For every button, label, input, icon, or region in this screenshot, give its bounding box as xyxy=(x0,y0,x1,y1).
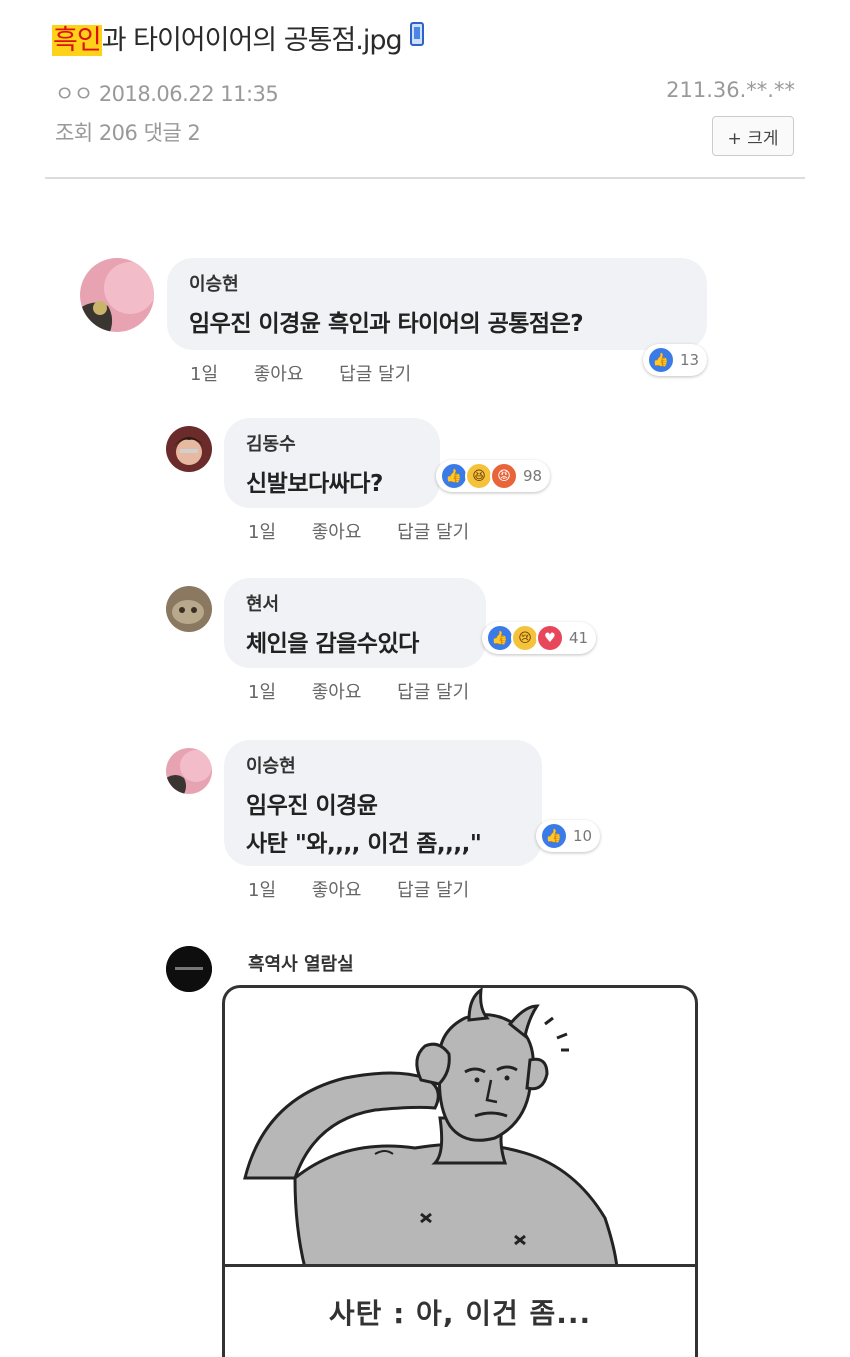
comment-time: 1일 xyxy=(248,682,277,703)
avatar[interactable] xyxy=(80,258,154,332)
comment-bubble: 김동수 신발보다싸다? xyxy=(224,418,440,508)
comment-bubble: 이승현 임우진 이경윤 사탄 "와,,,, 이건 좀,,,," xyxy=(224,740,542,866)
comment-text: 체인을 감을수있다 xyxy=(246,631,419,657)
comment-text-line2: 사탄 "와,,,, 이건 좀,,,," xyxy=(246,831,482,857)
title-text: 과 타이어이어의 공통점.jpg xyxy=(101,25,403,56)
phone-icon xyxy=(409,22,424,46)
reply-link[interactable]: 답글 달기 xyxy=(339,364,411,385)
comment-time: 1일 xyxy=(248,880,277,901)
comment-author[interactable]: 이승현 xyxy=(189,270,685,296)
header-divider xyxy=(45,177,805,179)
reply-link[interactable]: 답글 달기 xyxy=(397,682,469,703)
like-link[interactable]: 좋아요 xyxy=(312,682,362,703)
comment-author[interactable]: 흑역사 열람실 xyxy=(248,950,354,976)
post-stats: 조회 206 댓글 2 xyxy=(55,121,201,145)
enlarge-button[interactable]: + 크게 xyxy=(712,116,794,156)
sad-icon: 😢 xyxy=(511,624,539,652)
post-title: 흑인과 타이어이어의 공통점.jpg xyxy=(52,18,424,57)
comment-bubble: 현서 체인을 감을수있다 xyxy=(224,578,486,668)
satan-illustration xyxy=(243,988,619,1268)
comment-author[interactable]: 김동수 xyxy=(246,430,418,456)
comment-actions: 1일 좋아요 답글 달기 xyxy=(248,518,499,544)
comment-actions: 1일 좋아요 답글 달기 xyxy=(190,360,441,386)
comment-author[interactable]: 현서 xyxy=(246,590,464,616)
post-author-date: ㅇㅇ 2018.06.22 11:35 xyxy=(55,82,279,106)
comment-text: 신발보다싸다? xyxy=(246,471,383,497)
reply-link[interactable]: 답글 달기 xyxy=(397,880,469,901)
avatar[interactable] xyxy=(166,946,212,992)
love-icon: ♥ xyxy=(536,624,564,652)
image-caption: 사탄 : 아, 이건 좀... xyxy=(225,1264,695,1357)
reaction-count[interactable]: 👍 😢 ♥ 41 xyxy=(482,622,597,654)
like-link[interactable]: 좋아요 xyxy=(312,880,362,901)
reaction-count[interactable]: 👍 10 xyxy=(536,820,601,852)
like-link[interactable]: 좋아요 xyxy=(254,364,304,385)
like-link[interactable]: 좋아요 xyxy=(312,522,362,543)
comment-actions: 1일 좋아요 답글 달기 xyxy=(248,876,499,902)
comment-bubble: 이승현 임우진 이경윤 흑인과 타이어의 공통점은? xyxy=(167,258,707,350)
comment-text-line1: 임우진 이경윤 xyxy=(246,793,378,819)
avatar[interactable] xyxy=(166,586,212,632)
title-highlight: 흑인 xyxy=(52,25,102,56)
comment-time: 1일 xyxy=(190,364,219,385)
comment-text: 임우진 이경윤 흑인과 타이어의 공통점은? xyxy=(189,311,584,337)
avatar[interactable] xyxy=(166,748,212,794)
haha-icon: 😆 xyxy=(465,462,493,490)
like-icon: 👍 xyxy=(647,346,675,374)
like-icon: 👍 xyxy=(486,624,514,652)
like-icon: 👍 xyxy=(540,822,568,850)
angry-icon: 😡 xyxy=(490,462,518,490)
avatar[interactable] xyxy=(166,426,212,472)
comment-author[interactable]: 이승현 xyxy=(246,752,520,778)
reply-link[interactable]: 답글 달기 xyxy=(397,522,469,543)
post-ip: 211.36.**.** xyxy=(666,78,795,102)
comment-time: 1일 xyxy=(248,522,277,543)
comment-image[interactable]: 사탄 : 아, 이건 좀... xyxy=(222,985,698,1357)
comment-actions: 1일 좋아요 답글 달기 xyxy=(248,678,499,704)
reaction-count[interactable]: 👍 13 xyxy=(643,344,708,376)
reaction-count[interactable]: 👍 😆 😡 98 xyxy=(436,460,551,492)
like-icon: 👍 xyxy=(440,462,468,490)
